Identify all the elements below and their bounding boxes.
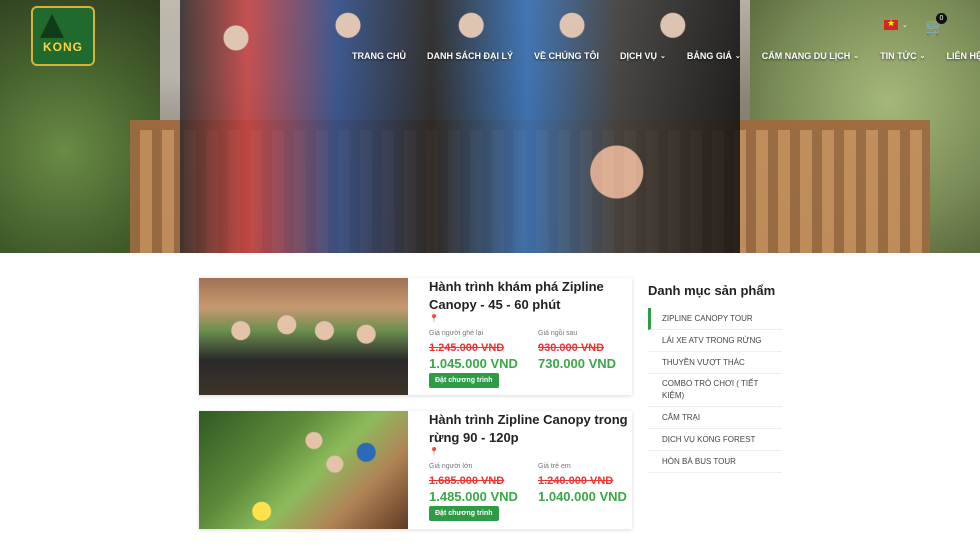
product-thumbnail[interactable]: [199, 411, 408, 529]
sale-price: 1.040.000 VND: [538, 489, 627, 504]
old-price: 1.245.000 VND: [429, 342, 505, 354]
sidebar-title: Danh mục sản phẩm: [648, 283, 776, 298]
nav-item-danh-sach-dai-ly[interactable]: DANH SÁCH ĐẠI LÝ: [427, 51, 513, 61]
site-logo[interactable]: KONG: [31, 6, 95, 66]
sidebar-item-thuyen-vuot-thac[interactable]: THUYỀN VƯỢT THÁC: [648, 352, 782, 374]
chevron-down-icon: ⌄: [919, 53, 926, 60]
sale-price: 730.000 VND: [538, 356, 617, 371]
price-label: Giá ngồi sau: [538, 330, 578, 337]
sale-price: 1.485.000 VND: [429, 489, 518, 504]
location-pin-icon: 📍: [429, 447, 439, 456]
hero-banner: [0, 0, 980, 253]
product-card: Hành trình khám phá Zipline Canopy - 45 …: [199, 278, 632, 395]
nav-item-cam-nang-du-lich[interactable]: CẨM NANG DU LỊCH ⌄: [762, 51, 859, 61]
price-column: Giá người lớn 1.685.000 VND 1.485.000 VN…: [429, 463, 539, 504]
sidebar-item-zipline-canopy-tour[interactable]: ZIPLINE CANOPY TOUR: [648, 308, 782, 330]
category-list: ZIPLINE CANOPY TOUR LÁI XE ATV TRONG RỪN…: [648, 308, 782, 473]
book-program-button[interactable]: Đặt chương trình: [429, 373, 499, 388]
nav-item-ve-chung-toi[interactable]: VỀ CHÚNG TÔI: [534, 51, 599, 61]
nav-item-lien-he[interactable]: LIÊN HỆ: [947, 51, 980, 61]
sidebar-item-combo-tro-choi[interactable]: COMBO TRÒ CHƠI ( TIẾT KIỆM): [648, 374, 782, 407]
price-column: Giá trẻ em 1.240.000 VND 1.040.000 VND: [538, 463, 648, 504]
sidebar-item-lai-xe-atv[interactable]: LÁI XE ATV TRONG RỪNG: [648, 330, 782, 352]
chevron-down-icon: ⌄: [902, 22, 908, 29]
book-program-button[interactable]: Đặt chương trình: [429, 506, 499, 521]
price-label: Giá người lớn: [429, 463, 473, 470]
sidebar-item-hon-ba-bus-tour[interactable]: HÒN BÀ BUS TOUR: [648, 451, 782, 473]
nav-item-tin-tuc[interactable]: TIN TỨC ⌄: [880, 51, 925, 61]
sidebar-item-cam-trai[interactable]: CẮM TRẠI: [648, 407, 782, 429]
chevron-down-icon: ⌄: [734, 53, 741, 60]
main-navigation: TRANG CHỦ DANH SÁCH ĐẠI LÝ VỀ CHÚNG TÔI …: [352, 49, 980, 63]
price-column: Giá ngồi sau 930.000 VND 730.000 VND: [538, 330, 648, 371]
price-label: Giá trẻ em: [538, 463, 571, 470]
cart-button[interactable]: 🛒 0: [925, 13, 947, 36]
product-title[interactable]: Hành trình Zipline Canopy trong rừng 90 …: [429, 411, 629, 447]
product-card: Hành trình Zipline Canopy trong rừng 90 …: [199, 411, 632, 529]
chevron-down-icon: ⌄: [853, 53, 860, 60]
price-label: Giá người ghé lại: [429, 330, 484, 337]
nav-item-dich-vu[interactable]: DỊCH VỤ ⌄: [620, 51, 666, 61]
sidebar-item-dich-vu-kong-forest[interactable]: DỊCH VỤ KONG FOREST: [648, 429, 782, 451]
location-pin-icon: 📍: [429, 314, 439, 323]
nav-item-bang-gia[interactable]: BẢNG GIÁ ⌄: [687, 51, 741, 61]
vietnam-flag-icon: [884, 18, 898, 30]
old-price: 1.240.000 VND: [538, 475, 614, 487]
old-price: 1.685.000 VND: [429, 475, 505, 487]
product-thumbnail[interactable]: [199, 278, 408, 395]
nav-item-trang-chu[interactable]: TRANG CHỦ: [352, 51, 406, 61]
old-price: 930.000 VND: [538, 342, 605, 354]
language-switcher[interactable]: ⌄: [884, 18, 908, 30]
price-column: Giá người ghé lại 1.245.000 VND 1.045.00…: [429, 330, 539, 371]
chevron-down-icon: ⌄: [660, 53, 666, 60]
sale-price: 1.045.000 VND: [429, 356, 518, 371]
hero-group-photo: [180, 0, 740, 253]
product-title[interactable]: Hành trình khám phá Zipline Canopy - 45 …: [429, 278, 629, 314]
cart-count-badge: 0: [936, 13, 947, 24]
logo-text: KONG: [43, 40, 83, 54]
